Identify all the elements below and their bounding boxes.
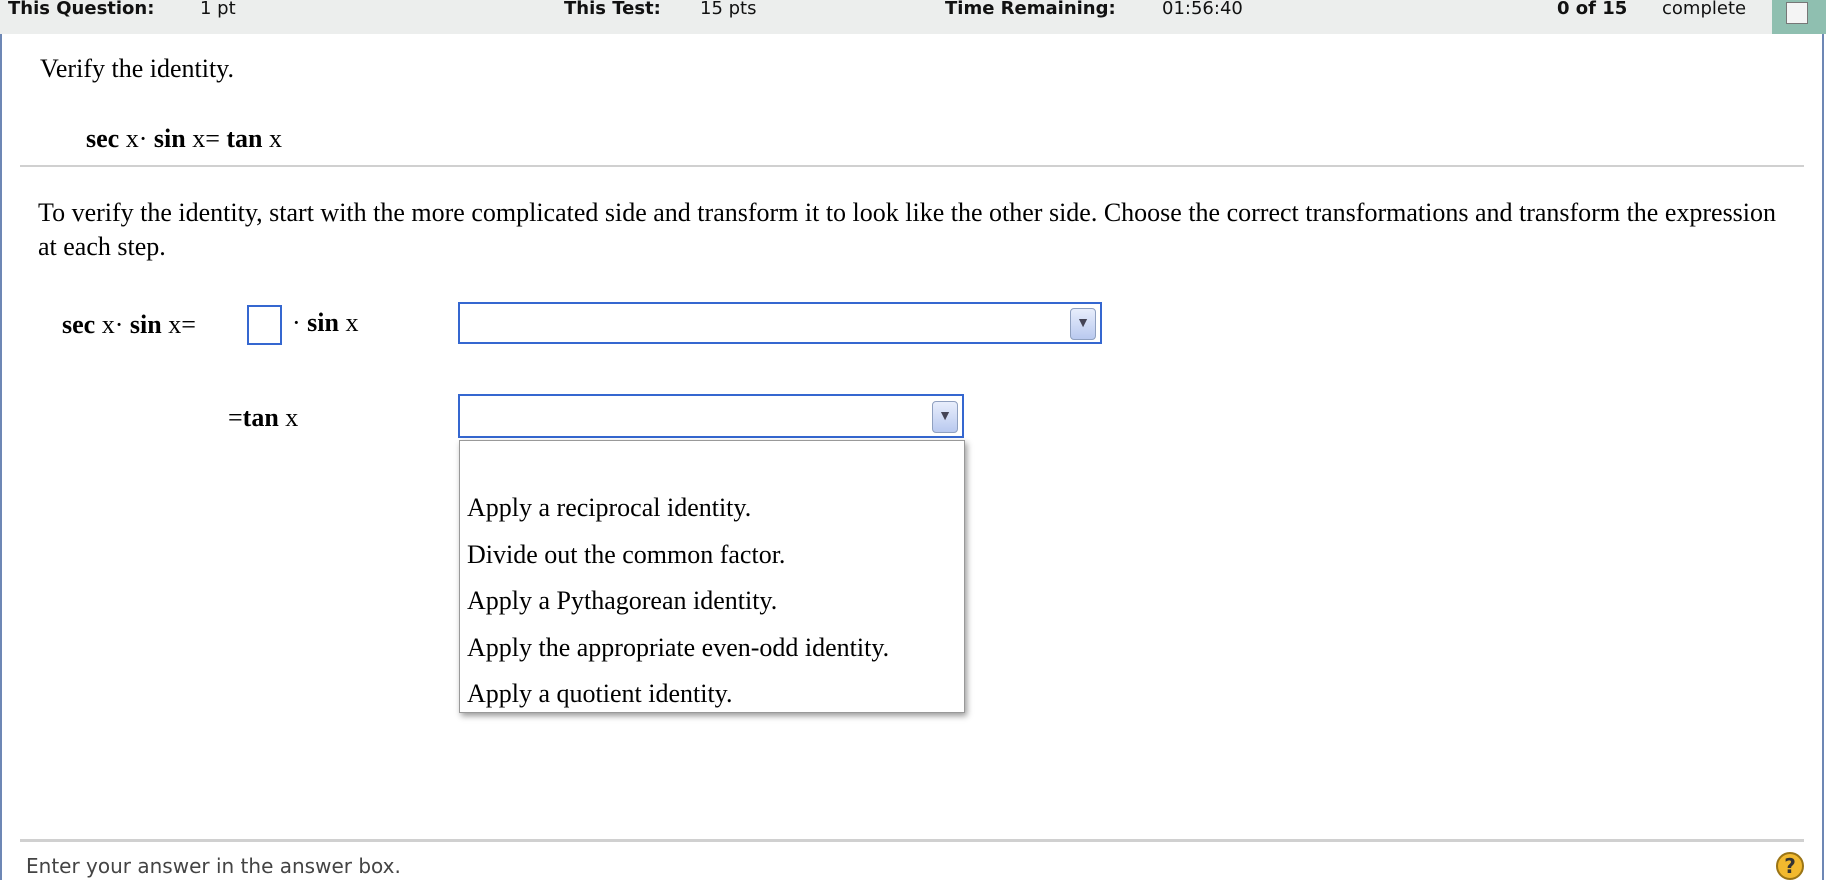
answer-box[interactable] [247, 305, 282, 345]
dropdown-option[interactable]: Apply a Pythagorean identity. [467, 586, 777, 616]
dropdown-option[interactable]: Divide out the common factor. [467, 540, 785, 570]
reason-dropdown-list: Apply a reciprocal identity. Divide out … [459, 440, 965, 713]
hint-text: Enter your answer in the answer box. [26, 854, 401, 878]
dot: · [292, 308, 301, 337]
guidance-text: To verify the identity, start with the m… [38, 198, 1777, 261]
dropdown-option[interactable]: Apply a quotient identity. [467, 679, 733, 709]
dropdown-option[interactable]: Apply the appropriate even-odd identity. [467, 633, 889, 663]
sec-fn: sec [86, 124, 120, 153]
var: x [168, 310, 182, 339]
question-points: 1 pt [200, 0, 236, 19]
test-label: This Test: [564, 0, 661, 19]
var: x [125, 124, 139, 153]
chevron-down-icon[interactable]: ▼ [1070, 308, 1096, 340]
question-label: This Question: [8, 0, 155, 19]
expand-icon [1786, 2, 1808, 24]
step-2-expression: =tan x [228, 403, 298, 433]
var: x [285, 403, 299, 432]
step-1-reason-select[interactable]: ▼ [458, 302, 1102, 344]
sin-fn: sin [307, 308, 339, 337]
var: x [268, 124, 282, 153]
dropdown-option[interactable]: Apply a reciprocal identity. [467, 493, 751, 523]
equals: = [228, 403, 243, 432]
sec-fn: sec [62, 310, 96, 339]
progress-label: complete [1662, 0, 1747, 19]
equals: = [181, 310, 196, 339]
test-header: This Question: 1 pt This Test: 15 pts Ti… [0, 0, 1826, 34]
tan-fn: tan [226, 124, 263, 153]
step-1-rhs: · sin x [292, 308, 358, 338]
sin-fn: sin [129, 310, 162, 339]
chevron-down-icon[interactable]: ▼ [932, 401, 958, 433]
sin-fn: sin [153, 124, 186, 153]
time-remaining: 01:56:40 [1162, 0, 1243, 19]
var: x [101, 310, 115, 339]
divider [20, 165, 1804, 167]
var: x [345, 308, 359, 337]
test-points: 15 pts [700, 0, 757, 19]
footer-divider [20, 839, 1804, 842]
identity-statement: sec x· sin x= tan x [86, 124, 282, 154]
time-label: Time Remaining: [945, 0, 1116, 19]
instruction: Verify the identity. [40, 54, 234, 83]
equals: = [205, 124, 220, 153]
step-1-expression: sec x· sin x= [62, 310, 196, 340]
step-2-reason-select[interactable]: ▼ [458, 394, 964, 438]
var: x [192, 124, 206, 153]
help-icon[interactable]: ? [1776, 852, 1804, 880]
expand-button[interactable] [1772, 0, 1826, 34]
dropdown-option-blank[interactable] [467, 453, 957, 483]
dot: · [114, 310, 124, 339]
dot: · [138, 124, 148, 153]
tan-fn: tan [242, 403, 279, 432]
progress-count: 0 of 15 [1557, 0, 1628, 19]
